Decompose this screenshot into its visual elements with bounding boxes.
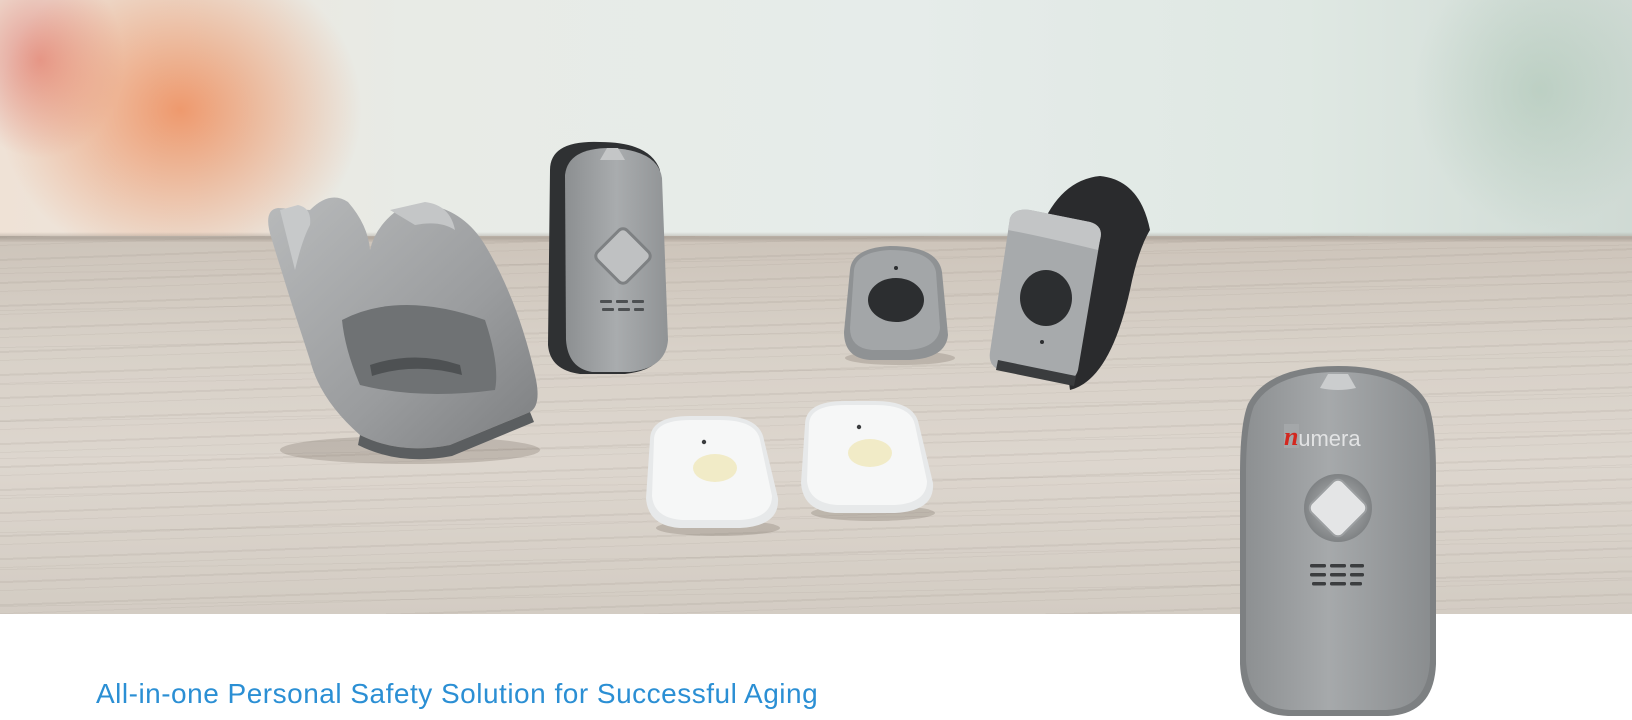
blurred-background-wall [0, 0, 1632, 250]
wristband-pendant-device [989, 176, 1150, 390]
numera-device: numera n [1238, 364, 1438, 716]
numera-logo-n-letter: n [1284, 422, 1299, 451]
white-pendant-device [801, 401, 935, 521]
numera-device-body [1240, 366, 1436, 716]
charging-cradle [268, 197, 540, 464]
base-station-device [548, 141, 668, 374]
page-headline: All-in-one Personal Safety Solution for … [96, 678, 819, 709]
white-pendant-device [646, 416, 780, 536]
gray-pendant-device [844, 246, 955, 365]
table-edge [0, 232, 1632, 242]
